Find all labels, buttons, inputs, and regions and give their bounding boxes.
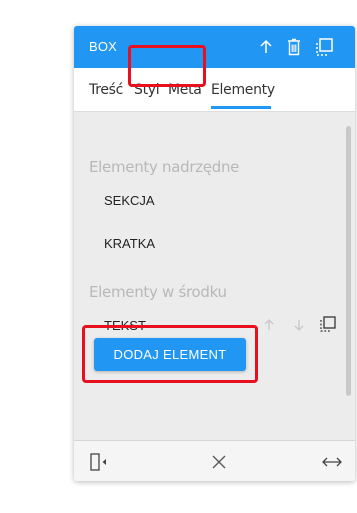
resize-horizontal-icon[interactable] (321, 452, 343, 472)
tab-elementy[interactable]: Elementy (211, 82, 275, 98)
tab-meta[interactable]: Meta (168, 82, 202, 98)
tab-tresc[interactable]: Treść (89, 82, 123, 98)
parent-item-kratka[interactable]: KRATKA (104, 236, 155, 251)
parent-item-sekcja[interactable]: SEKCJA (104, 193, 155, 208)
dock-panel-icon[interactable] (88, 452, 110, 472)
panel-footer (74, 440, 355, 481)
element-panel: BOX Treść Styl Meta Elementy Elementy na… (74, 26, 355, 481)
active-tab-indicator (211, 106, 271, 109)
tab-styl[interactable]: Styl (134, 82, 160, 98)
panel-content: Elementy nadrzędne SEKCJA KRATKA Element… (74, 112, 355, 440)
tab-bar: Treść Styl Meta Elementy (74, 68, 355, 112)
trash-icon[interactable] (284, 37, 304, 57)
arrow-up-icon[interactable] (256, 37, 276, 57)
parents-label: Elementy nadrzędne (89, 158, 240, 176)
close-icon[interactable] (208, 452, 230, 472)
add-element-button[interactable]: DODAJ ELEMENT (94, 338, 246, 371)
copy-icon[interactable] (314, 37, 334, 57)
scrollbar[interactable] (346, 126, 351, 396)
panel-title: BOX (89, 39, 118, 54)
children-label: Elementy w środku (89, 283, 227, 301)
panel-header: BOX (74, 26, 355, 68)
move-up-icon[interactable] (260, 316, 278, 334)
copy-icon[interactable] (319, 315, 337, 333)
move-down-icon[interactable] (290, 316, 308, 334)
child-item-tekst[interactable]: TEKST (104, 318, 146, 333)
